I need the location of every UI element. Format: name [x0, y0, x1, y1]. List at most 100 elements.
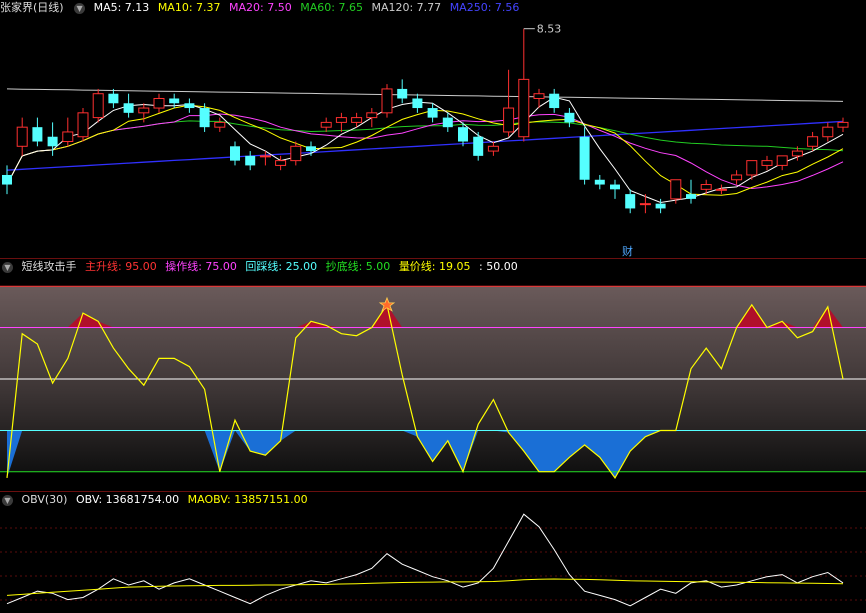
- candle: [549, 88, 560, 113]
- candle-body: [549, 93, 560, 109]
- price-chart[interactable]: 8.53: [0, 18, 866, 258]
- candle: [397, 79, 408, 104]
- finance-marker[interactable]: 财: [622, 243, 633, 259]
- candle-body: [77, 112, 89, 138]
- candle-body: [670, 179, 682, 200]
- candle: [670, 179, 682, 204]
- candle: [746, 160, 758, 180]
- indicator-title[interactable]: 短线攻击手: [22, 260, 77, 273]
- candle-body: [533, 93, 545, 99]
- price-legend: 张家界(日线) ▼ MA5: 7.13 MA10: 7.37 MA20: 7.5…: [0, 0, 524, 16]
- candle-body: [230, 146, 240, 161]
- candle-body: [366, 112, 378, 119]
- candle-body: [776, 155, 788, 166]
- candle-body: [32, 127, 43, 142]
- candle: [822, 122, 834, 142]
- candle: [16, 117, 28, 156]
- candle-body: [487, 145, 499, 152]
- ma250-label: MA250: 7.56: [449, 1, 520, 14]
- candle-body: [62, 131, 74, 143]
- mid-label: : 50.00: [479, 260, 518, 273]
- candle: [77, 108, 89, 142]
- candle: [625, 189, 636, 214]
- candle: [473, 131, 484, 161]
- candle: [715, 184, 727, 195]
- candle-body: [412, 98, 423, 109]
- candle-body: [822, 126, 834, 138]
- ma120-line: [6, 88, 844, 102]
- candle-body: [397, 88, 408, 99]
- candle-body: [655, 203, 666, 209]
- candle-body: [427, 108, 438, 118]
- candle-body: [837, 121, 849, 128]
- high-price-label: 8.53: [537, 23, 562, 36]
- ma10-line: [6, 104, 844, 196]
- candle-body: [184, 103, 195, 109]
- candle-body: [214, 121, 226, 128]
- candle-body: [2, 174, 12, 185]
- ma10-label: MA10: 7.37: [157, 1, 221, 14]
- candle-body: [153, 97, 165, 109]
- candle: [610, 179, 620, 199]
- indicator-chart[interactable]: [0, 276, 866, 491]
- candle: [320, 117, 332, 132]
- candle: [518, 28, 530, 142]
- candle-body: [518, 78, 530, 138]
- candle: [807, 131, 819, 152]
- ma20-line: [6, 113, 844, 190]
- candle-body: [610, 184, 620, 190]
- ma120-label: MA120: 7.77: [371, 1, 442, 14]
- candle-body: [442, 117, 453, 128]
- candle-body: [306, 146, 316, 152]
- volume-price-label: 量价线: 19.05: [398, 260, 471, 273]
- candle-body: [16, 126, 28, 147]
- candle-body: [47, 136, 58, 147]
- candle: [594, 174, 605, 190]
- price-title[interactable]: 张家界(日线): [0, 1, 64, 14]
- collapse-icon[interactable]: ▼: [74, 2, 86, 14]
- candle-body: [564, 112, 575, 123]
- pullback-label: 回踩线: 25.00: [245, 260, 318, 273]
- candle: [564, 108, 575, 128]
- candle-body: [290, 145, 302, 162]
- candle-body: [169, 98, 180, 104]
- collapse-icon[interactable]: ▼: [2, 261, 13, 273]
- candle-body: [245, 155, 256, 166]
- ma20-label: MA20: 7.50: [229, 1, 292, 14]
- candle-body: [259, 155, 271, 158]
- maobv-label: MAOBV: 13857151.00: [187, 493, 308, 506]
- candle-body: [686, 194, 696, 199]
- candle: [412, 93, 423, 113]
- candle-body: [92, 93, 104, 119]
- candle-body: [503, 107, 515, 133]
- main-up-label: 主升线: 95.00: [85, 260, 157, 273]
- candle: [427, 103, 438, 123]
- candle-body: [335, 117, 347, 123]
- candle: [184, 98, 195, 113]
- candle-body: [715, 188, 727, 191]
- obv-label: OBV: 13681754.00: [75, 493, 180, 506]
- candle-body: [579, 136, 590, 180]
- ma5-label: MA5: 7.13: [93, 1, 150, 14]
- bottom-label: 抄底线: 5.00: [325, 260, 391, 273]
- candle: [761, 155, 773, 171]
- indicator-legend: ▼ 短线攻击手 主升线: 95.00 操作线: 75.00 回踩线: 25.00…: [0, 259, 523, 275]
- candle-body: [761, 160, 773, 166]
- candle-body: [746, 160, 758, 176]
- candle-body: [199, 108, 210, 128]
- obv-chart[interactable]: [0, 508, 866, 613]
- candle-body: [639, 203, 651, 206]
- candle: [153, 93, 165, 113]
- candle: [123, 93, 134, 118]
- candle-body: [807, 136, 819, 147]
- candle-body: [473, 136, 484, 156]
- candle: [487, 141, 499, 156]
- candle: [837, 117, 849, 132]
- obv-legend: ▼ OBV(30) OBV: 13681754.00 MAOBV: 138571…: [0, 492, 313, 508]
- candle-body: [138, 107, 150, 114]
- ma250-line: [6, 120, 844, 171]
- candle-body: [123, 103, 134, 113]
- collapse-icon[interactable]: ▼: [2, 494, 13, 506]
- obv-title[interactable]: OBV(30): [22, 493, 68, 506]
- candle: [381, 84, 393, 118]
